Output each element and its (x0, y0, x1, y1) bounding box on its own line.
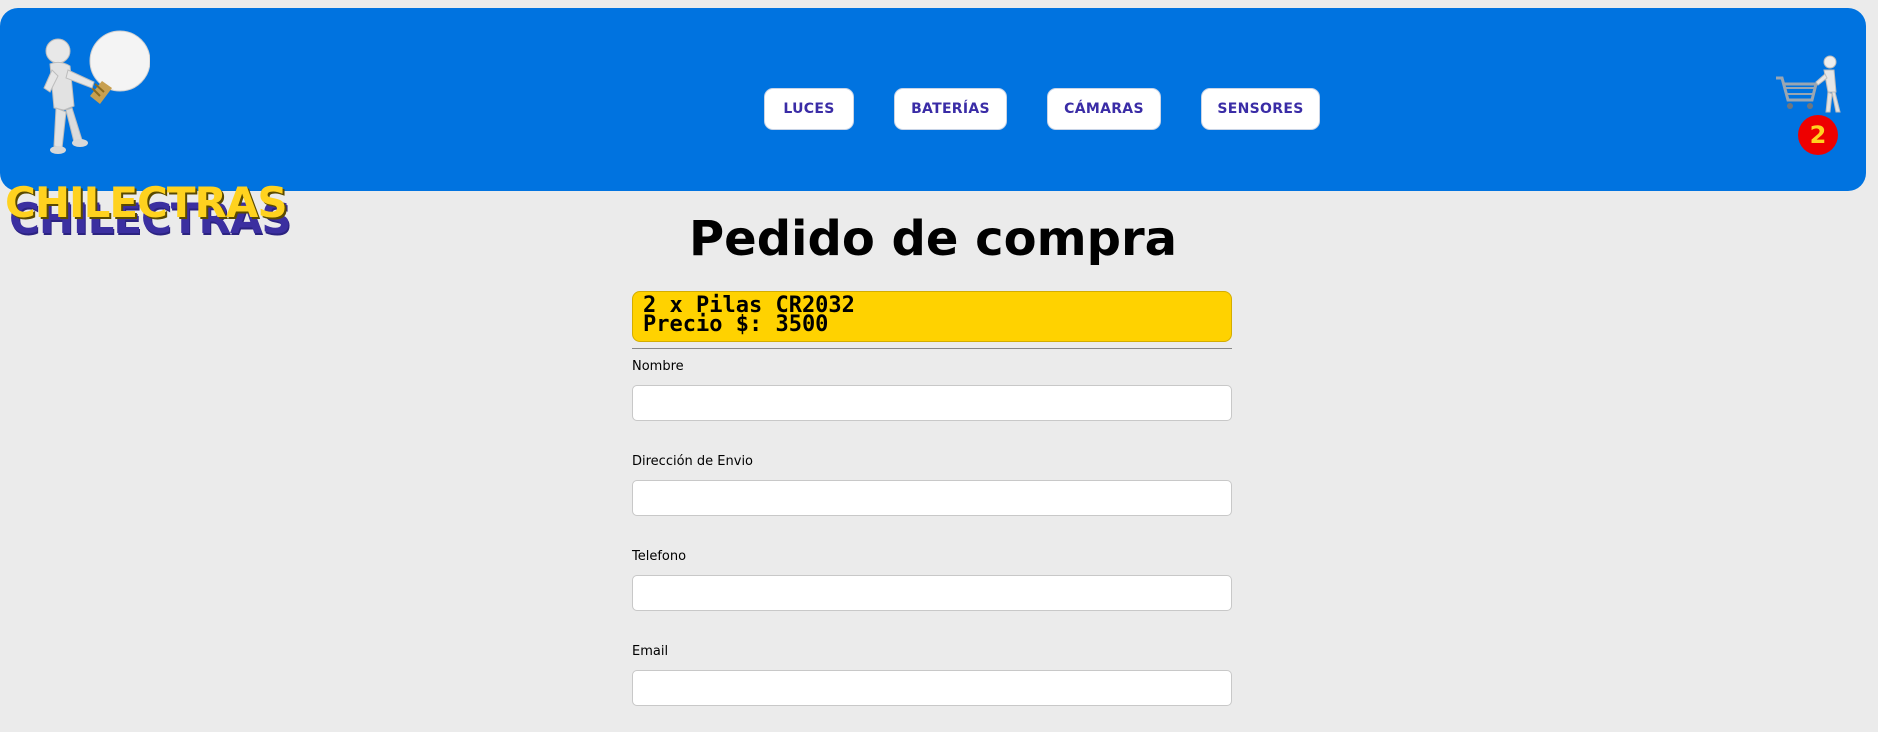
nav-luces-button[interactable]: LUCES (764, 88, 854, 130)
main-nav: LUCES BATERÍAS CÁMARAS SENSORES (0, 88, 1866, 130)
email-input[interactable] (632, 670, 1232, 706)
order-price-line: Precio $: 3500 (643, 312, 829, 337)
telefono-label: Telefono (632, 549, 687, 564)
nav-baterias-button[interactable]: BATERÍAS (894, 88, 1007, 130)
shopping-cart-figure-icon[interactable] (1772, 52, 1842, 122)
cart-count-badge[interactable]: 2 (1798, 115, 1838, 155)
page-title: Pedido de compra (688, 211, 1178, 267)
divider (632, 348, 1232, 349)
nombre-label: Nombre (632, 359, 684, 374)
telefono-input[interactable] (632, 575, 1232, 611)
direccion-label: Dirección de Envio (632, 454, 754, 469)
site-header: CHILECTRAS LUCES BATERÍAS CÁMARAS SENSOR… (0, 8, 1866, 224)
nav-camaras-button[interactable]: CÁMARAS (1047, 88, 1161, 130)
nav-sensores-button[interactable]: SENSORES (1201, 88, 1320, 130)
order-summary: 2 x Pilas CR2032 Precio $: 3500 (632, 291, 1232, 342)
nombre-input[interactable] (632, 385, 1232, 421)
direccion-input[interactable] (632, 480, 1232, 516)
email-label: Email (632, 644, 669, 659)
